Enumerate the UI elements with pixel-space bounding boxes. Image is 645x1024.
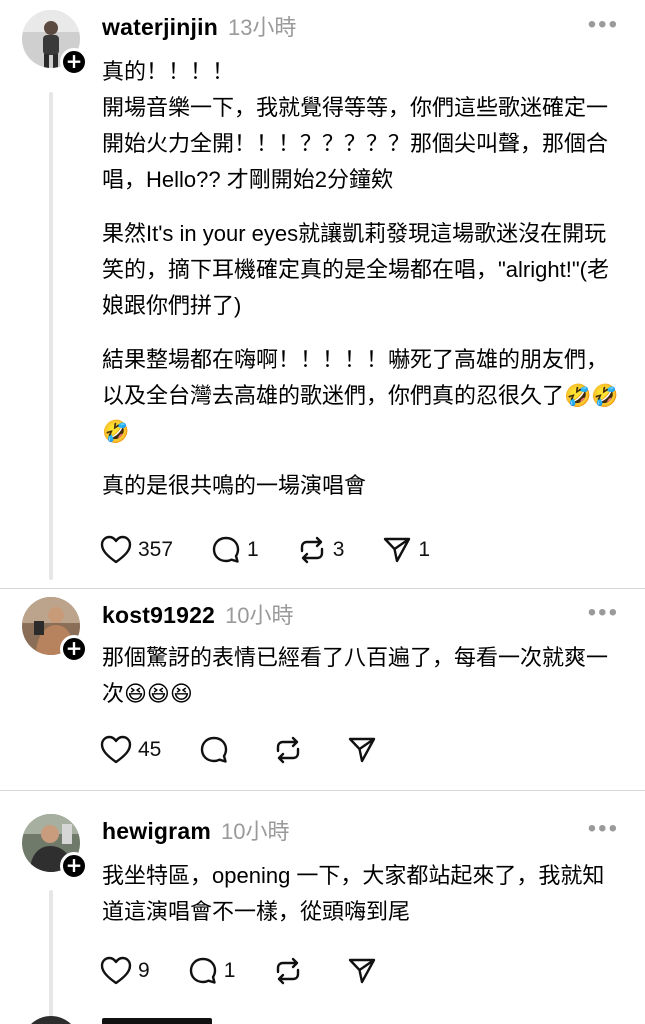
like-button[interactable]: 357 [100,535,173,565]
repost-button[interactable] [273,956,309,986]
action-bar: 9 1 [100,955,421,987]
paper-plane-icon [384,537,411,563]
like-button[interactable]: 45 [100,735,161,765]
username[interactable]: waterjinjin [102,14,218,41]
avatar[interactable]: + [22,597,88,663]
comment-bubble-icon [189,957,216,984]
thread-line [49,890,53,1024]
like-button[interactable]: 9 [100,956,150,986]
avatar[interactable]: + [22,814,88,880]
comment-button[interactable]: 1 [188,956,236,986]
thread-line [49,92,53,580]
like-count: 45 [138,738,162,761]
repost-arrows-icon [277,736,300,764]
post-paragraph: 真的！！！！ 開場音樂一下，我就覺得等等，你們這些歌迷確定一開始火力全開！！！？… [102,59,609,192]
post-body: 那個驚訝的表情已經看了八百遍了，每看一次就爽一次😆😆😆 [102,640,622,730]
repost-button[interactable]: 3 [297,535,345,565]
heart-icon [100,735,132,764]
paper-plane-icon [349,737,376,763]
username[interactable]: kost91922 [102,602,215,629]
divider [0,588,645,589]
repost-arrows-icon [277,957,300,985]
post-paragraph: 我坐特區，opening 一下，大家都站起來了，我就知道這演唱會不一樣，從頭嗨到… [102,863,605,924]
comment-count: 1 [247,538,259,561]
comment-button[interactable]: 1 [211,535,259,565]
post-header: hewigram 10小時 [102,814,289,848]
reply-post: + waterjinjin 13小時 ••• 真的！！！！ 開場音樂一下，我就覺… [0,0,645,590]
post-body: 我坐特區，opening 一下，大家都站起來了，我就知道這演唱會不一樣，從頭嗨到… [102,858,622,948]
comment-bubble-icon [201,736,228,763]
next-username [102,1018,212,1024]
more-horizontal-icon[interactable]: ••• [588,817,619,841]
post-paragraph: 那個驚訝的表情已經看了八百遍了，每看一次就爽一次😆😆😆 [102,645,609,706]
comment-button[interactable] [199,735,235,765]
timestamp: 10小時 [220,819,290,844]
avatar[interactable]: + [22,10,88,76]
share-button[interactable] [347,735,383,765]
post-header: kost91922 10小時 [102,598,294,632]
more-horizontal-icon[interactable]: ••• [588,13,619,37]
follow-plus-icon[interactable]: + [60,635,88,663]
post-paragraph: 結果整場都在嗨啊！！！！！嚇死了高雄的朋友們，以及全台灣去高雄的歌迷們，你們真的… [102,347,619,444]
post-header: waterjinjin 13小時 [102,10,296,44]
username[interactable]: hewigram [102,818,211,845]
follow-plus-icon[interactable]: + [60,48,88,76]
divider [0,790,645,791]
like-count: 357 [138,538,174,561]
timestamp: 13小時 [227,15,297,40]
post-paragraph: 果然It's in your eyes就讓凱莉發現這場歌迷沒在開玩笑的，摘下耳機… [102,221,609,318]
heart-icon [100,535,132,564]
reply-post: + hewigram 10小時 ••• 我坐特區，opening 一下，大家都站… [0,792,645,1024]
heart-icon [100,956,132,985]
paper-plane-icon [349,958,376,984]
repost-button[interactable] [273,735,309,765]
timestamp: 10小時 [225,603,294,628]
like-count: 9 [138,959,150,982]
share-button[interactable] [347,956,383,986]
comment-bubble-icon [212,536,240,563]
share-button[interactable]: 1 [382,535,430,565]
share-count: 1 [418,538,431,561]
more-horizontal-icon[interactable]: ••• [588,601,619,625]
post-paragraph: 真的是很共鳴的一場演唱會 [102,473,367,498]
comment-count: 1 [223,959,236,982]
post-body: 真的！！！！ 開場音樂一下，我就覺得等等，你們這些歌迷確定一開始火力全開！！！？… [102,54,622,522]
reply-post: + kost91922 10小時 ••• 那個驚訝的表情已經看了八百遍了，每看一… [0,590,645,790]
action-bar: 357 1 3 1 [100,534,468,566]
repost-count: 3 [332,538,345,561]
follow-plus-icon[interactable]: + [60,852,88,880]
threads-reply-feed: + waterjinjin 13小時 ••• 真的！！！！ 開場音樂一下，我就覺… [0,0,645,1024]
repost-arrows-icon [300,536,323,564]
action-bar: 45 [100,734,421,766]
